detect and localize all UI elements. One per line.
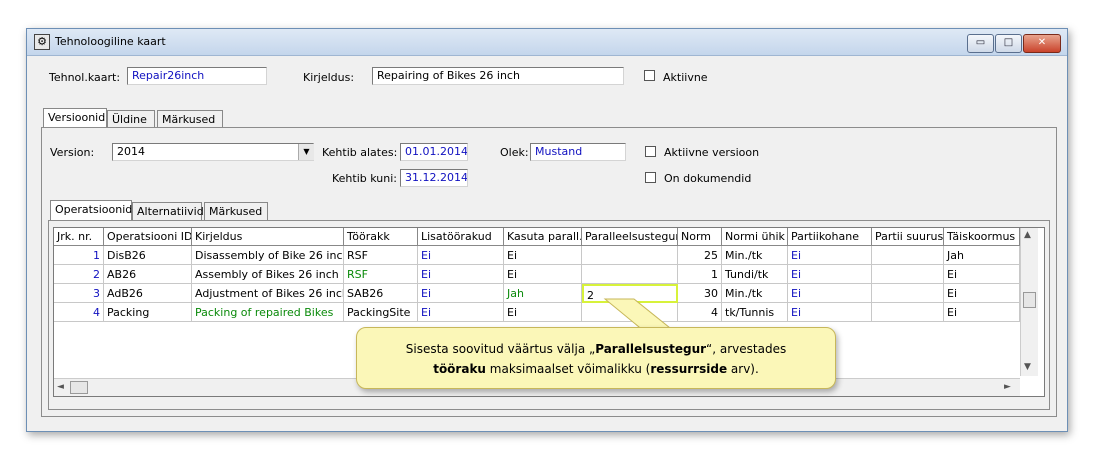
- callout-line-2: tööraku maksimaalset võimalikku (ressurr…: [433, 362, 759, 376]
- column-header[interactable]: Partii suurus: [872, 228, 944, 246]
- app-icon: ⚙: [34, 34, 50, 50]
- tab-versions[interactable]: Versioonid: [43, 108, 107, 128]
- table-cell[interactable]: Min./tk: [722, 284, 788, 303]
- valid-from-label: Kehtib alates:: [322, 146, 398, 159]
- table-cell[interactable]: Ei: [944, 265, 1020, 284]
- table-cell[interactable]: RSF: [344, 265, 418, 284]
- scroll-down-icon[interactable]: ▼: [1024, 362, 1031, 372]
- tab-notes[interactable]: Märkused: [157, 110, 223, 128]
- valid-from-field[interactable]: 01.01.2014: [400, 143, 468, 161]
- scroll-up-icon[interactable]: ▲: [1024, 230, 1031, 240]
- description-field[interactable]: Repairing of Bikes 26 inch: [372, 67, 624, 85]
- column-header[interactable]: Töörakk: [344, 228, 418, 246]
- table-cell[interactable]: Ei: [418, 265, 504, 284]
- table-cell[interactable]: Ei: [788, 284, 872, 303]
- code-field[interactable]: Repair26inch: [127, 67, 267, 85]
- table-cell[interactable]: Ei: [418, 246, 504, 265]
- table-cell[interactable]: Ei: [418, 303, 504, 322]
- table-cell[interactable]: 25: [678, 246, 722, 265]
- callout-line-1: Sisesta soovitud väärtus välja „Parallel…: [405, 342, 787, 356]
- active-version-label: Aktiivne versioon: [664, 146, 760, 159]
- scroll-right-icon[interactable]: ►: [1004, 382, 1011, 392]
- table-cell[interactable]: Ei: [788, 265, 872, 284]
- table-cell[interactable]: RSF: [344, 246, 418, 265]
- table-cell[interactable]: Jah: [944, 246, 1020, 265]
- column-header[interactable]: Lisatöörakud: [418, 228, 504, 246]
- table-cell[interactable]: [872, 284, 944, 303]
- valid-to-label: Kehtib kuni:: [332, 172, 397, 185]
- has-documents-label: On dokumendid: [664, 172, 752, 185]
- chevron-down-icon[interactable]: ▼: [298, 144, 314, 160]
- table-cell[interactable]: Ei: [788, 246, 872, 265]
- column-header[interactable]: Normi ühik: [722, 228, 788, 246]
- table-cell[interactable]: 1: [678, 265, 722, 284]
- tab-operations[interactable]: Operatsioonid: [50, 200, 132, 220]
- vertical-scrollbar[interactable]: ▲ ▼: [1020, 228, 1038, 376]
- version-select[interactable]: 2014: [112, 143, 314, 161]
- table-cell[interactable]: Disassembly of Bike 26 inch: [192, 246, 344, 265]
- code-label: Tehnol.kaart:: [49, 71, 121, 84]
- table-cell[interactable]: Min./tk: [722, 246, 788, 265]
- scroll-thumb[interactable]: [1023, 292, 1036, 308]
- table-cell[interactable]: Ei: [504, 265, 582, 284]
- column-header[interactable]: Täiskoormus: [944, 228, 1020, 246]
- valid-to-field[interactable]: 31.12.2014: [400, 169, 468, 187]
- column-header[interactable]: Partiikohane: [788, 228, 872, 246]
- tooltip-callout: Sisesta soovitud väärtus välja „Parallel…: [356, 327, 836, 389]
- window-title: Tehnoloogiline kaart: [55, 35, 166, 48]
- table-cell[interactable]: Ei: [944, 303, 1020, 322]
- state-field[interactable]: Mustand: [530, 143, 626, 161]
- table-cell[interactable]: 1: [54, 246, 104, 265]
- tab-inner-notes[interactable]: Märkused: [204, 202, 268, 220]
- table-cell[interactable]: Assembly of Bikes 26 inch: [192, 265, 344, 284]
- table-cell[interactable]: PackingSite: [344, 303, 418, 322]
- tab-general[interactable]: Üldine: [107, 110, 155, 128]
- table-cell[interactable]: Ei: [504, 246, 582, 265]
- minimize-button[interactable]: ▭: [967, 34, 994, 53]
- description-label: Kirjeldus:: [303, 71, 355, 84]
- maximize-button[interactable]: □: [995, 34, 1022, 53]
- table-cell[interactable]: Packing of repaired Bikes: [192, 303, 344, 322]
- table-cell[interactable]: tk/Tunnis: [722, 303, 788, 322]
- table-cell[interactable]: 2: [54, 265, 104, 284]
- table-cell[interactable]: Adjustment of Bikes 26 inch: [192, 284, 344, 303]
- table-cell[interactable]: Ei: [944, 284, 1020, 303]
- active-checkbox[interactable]: [644, 70, 655, 81]
- table-cell[interactable]: Tundi/tk: [722, 265, 788, 284]
- state-label: Olek:: [500, 146, 529, 159]
- table-cell[interactable]: SAB26: [344, 284, 418, 303]
- column-header[interactable]: Kasuta parall.: [504, 228, 582, 246]
- table-cell[interactable]: Ei: [418, 284, 504, 303]
- table-cell[interactable]: [872, 265, 944, 284]
- table-cell[interactable]: DisB26: [104, 246, 192, 265]
- table-cell[interactable]: 4: [54, 303, 104, 322]
- table-cell[interactable]: 3: [54, 284, 104, 303]
- active-label: Aktiivne: [663, 71, 708, 84]
- table-cell[interactable]: Packing: [104, 303, 192, 322]
- title-bar: ⚙ Tehnoloogiline kaart ▭ □ ✕: [27, 29, 1067, 56]
- table-cell[interactable]: [582, 265, 678, 284]
- column-header[interactable]: Norm: [678, 228, 722, 246]
- has-documents-checkbox[interactable]: [645, 172, 656, 183]
- table-cell[interactable]: Jah: [504, 284, 582, 303]
- column-header[interactable]: Kirjeldus: [192, 228, 344, 246]
- column-header[interactable]: Jrk. nr.: [54, 228, 104, 246]
- column-header[interactable]: Operatsiooni ID: [104, 228, 192, 246]
- column-header[interactable]: Paralleelsustegur: [582, 228, 678, 246]
- scroll-thumb[interactable]: [70, 381, 88, 394]
- table-cell[interactable]: [872, 303, 944, 322]
- table-cell[interactable]: AB26: [104, 265, 192, 284]
- version-label: Version:: [50, 146, 95, 159]
- tab-alternatives[interactable]: Alternatiivid: [132, 202, 204, 220]
- table-cell[interactable]: [582, 246, 678, 265]
- table-cell[interactable]: Ei: [788, 303, 872, 322]
- active-version-checkbox[interactable]: [645, 146, 656, 157]
- table-cell[interactable]: [872, 246, 944, 265]
- table-cell[interactable]: Ei: [504, 303, 582, 322]
- table-cell[interactable]: AdB26: [104, 284, 192, 303]
- scroll-left-icon[interactable]: ◄: [57, 382, 64, 392]
- close-button[interactable]: ✕: [1023, 34, 1061, 53]
